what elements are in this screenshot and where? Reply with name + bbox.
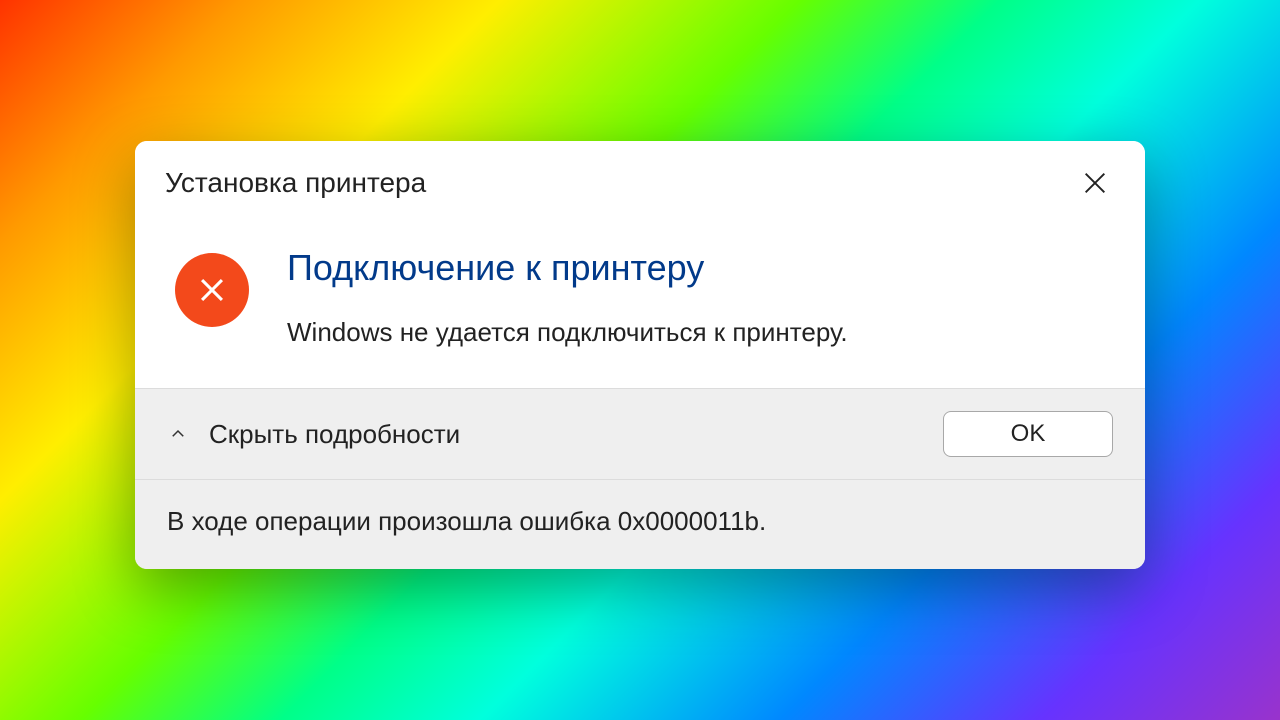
- chevron-up-icon: [167, 423, 189, 445]
- controls-row: Скрыть подробности OK: [135, 388, 1145, 479]
- error-dialog: Установка принтера Подключение к принтер…: [135, 141, 1145, 569]
- close-icon: [1081, 169, 1109, 197]
- close-button[interactable]: [1071, 159, 1119, 207]
- content-text-block: Подключение к принтеру Windows не удаетс…: [287, 247, 1105, 348]
- dialog-message: Windows не удается подключиться к принте…: [287, 317, 1105, 348]
- titlebar: Установка принтера: [135, 141, 1145, 217]
- error-icon: [175, 253, 249, 327]
- dialog-heading: Подключение к принтеру: [287, 247, 1105, 289]
- dialog-title: Установка принтера: [165, 167, 426, 199]
- dialog-content: Подключение к принтеру Windows не удаетс…: [135, 217, 1145, 388]
- ok-button[interactable]: OK: [943, 411, 1113, 457]
- details-text: В ходе операции произошла ошибка 0x00000…: [167, 506, 1113, 537]
- details-panel: В ходе операции произошла ошибка 0x00000…: [135, 479, 1145, 569]
- details-toggle-label: Скрыть подробности: [209, 419, 460, 450]
- details-toggle[interactable]: Скрыть подробности: [167, 419, 460, 450]
